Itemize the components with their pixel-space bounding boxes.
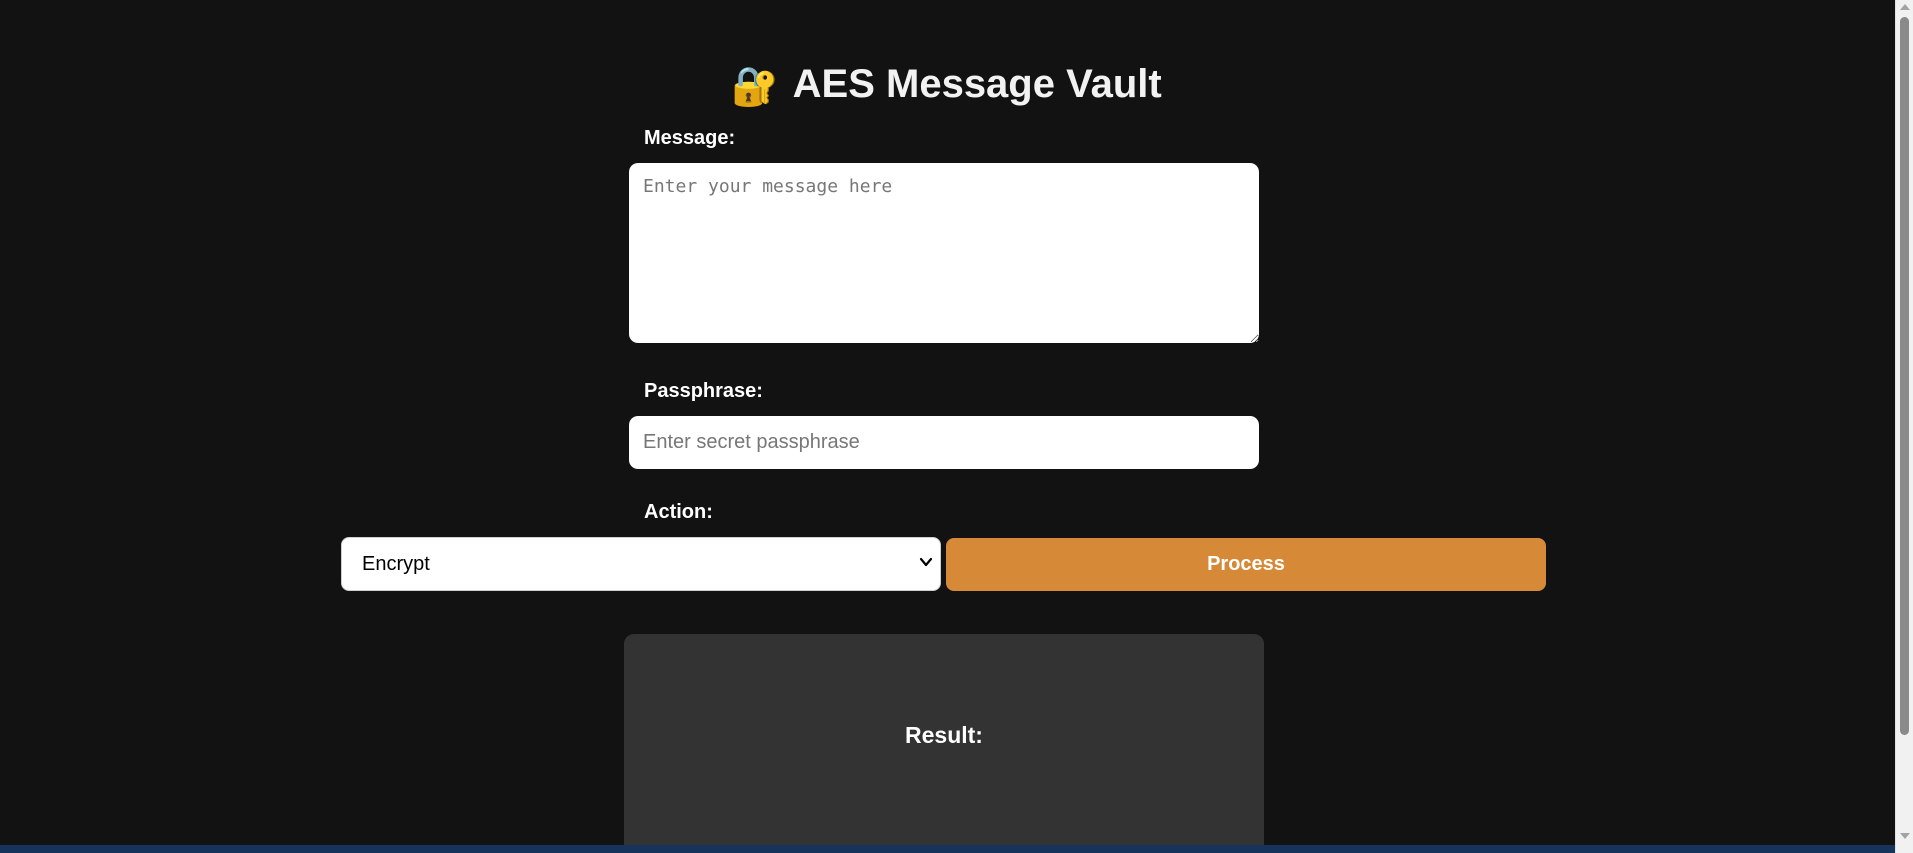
action-select[interactable]: Encrypt [341,537,941,591]
bottom-edge [0,845,1895,853]
page-title: 🔐 AES Message Vault [0,58,1893,113]
vertical-scrollbar[interactable] [1895,0,1913,853]
scroll-down-arrow-icon[interactable] [1900,833,1910,839]
action-select-value: Encrypt [362,553,430,575]
passphrase-label: Passphrase: [644,380,763,402]
passphrase-input[interactable] [629,416,1259,469]
chevron-down-icon [919,557,933,567]
page-title-text: AES Message Vault [792,62,1162,106]
scroll-up-arrow-icon[interactable] [1900,4,1910,10]
process-button[interactable]: Process [946,538,1546,591]
action-label: Action: [644,501,713,523]
message-label: Message: [644,127,736,149]
locked-with-key-icon: 🔐 [731,66,779,108]
result-title: Result: [905,722,983,748]
scrollbar-thumb[interactable] [1900,17,1909,735]
message-textarea[interactable] [629,163,1259,343]
app-viewport: 🔐AES Message Vault Message: Passphrase: … [0,0,1895,845]
result-panel: Result: [624,634,1264,845]
